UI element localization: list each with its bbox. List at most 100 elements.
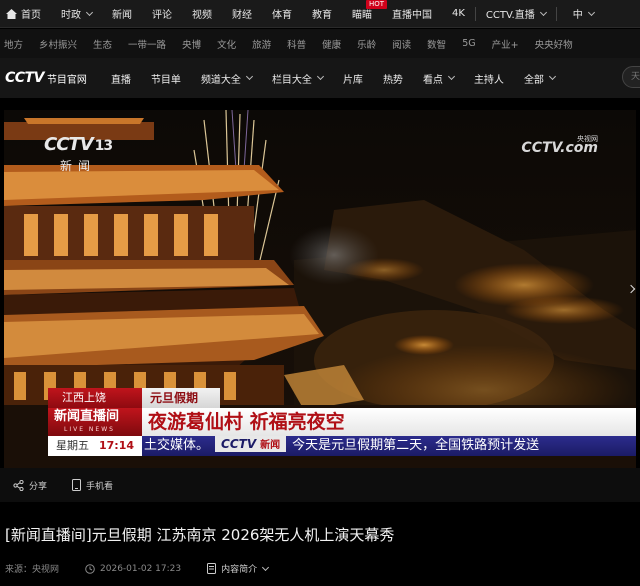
content-intro-button[interactable]: 内容简介: [207, 562, 270, 575]
header-nav-label: 主持人: [473, 74, 504, 86]
watermark-sub: 央视网: [577, 135, 598, 143]
header-nav-label: 看点: [422, 74, 443, 86]
ticker-logo: CCTV 新闻: [215, 436, 287, 452]
topic-tag: 元旦假期: [142, 388, 220, 408]
ticker-logo-sub: 新闻: [260, 440, 281, 451]
clock-icon: [85, 563, 95, 574]
header-nav-label: 节目单: [150, 74, 181, 86]
header-nav-channels[interactable]: 频道大全: [191, 71, 262, 86]
nav-home-label: 首页: [21, 10, 41, 21]
nav-politics[interactable]: 时政: [51, 0, 102, 28]
logo-subtitle: 节目官网: [46, 74, 87, 86]
subnav-item[interactable]: 生态: [85, 37, 120, 51]
chevron-down-icon: [539, 8, 547, 16]
mobile-label: 手机看: [86, 481, 114, 492]
clock-time: 17:14: [99, 439, 135, 452]
nav-finance-label: 财经: [232, 10, 252, 21]
site-logo[interactable]: CCTV 节目官网: [5, 70, 87, 86]
source: 来源：央视网: [5, 562, 59, 575]
header-nav-label: 栏目大全: [271, 74, 312, 86]
publish-time: 2026-01-02 17:23: [85, 564, 181, 574]
program-name: 新闻直播间: [54, 409, 120, 424]
language-select-label: 中: [572, 10, 583, 21]
chevron-down-icon: [447, 72, 455, 81]
watch-on-mobile-button[interactable]: 手机看: [72, 479, 113, 492]
header-nav-label: 直播: [110, 74, 131, 86]
weekday: 星期五: [56, 439, 89, 452]
subnav-item[interactable]: 一带一路: [120, 37, 174, 51]
chevron-down-icon: [85, 8, 94, 16]
header-nav-schedule[interactable]: 节目单: [141, 71, 191, 86]
nav-cctv-live-label: CCTV.直播: [485, 10, 535, 21]
ticker-text-right: 今天是元旦假期第二天，全国铁路预计发送: [292, 438, 540, 453]
subnav-item[interactable]: 旅游: [244, 37, 279, 51]
subnav-item[interactable]: 央博: [174, 37, 209, 51]
header-nav-label: 全部: [523, 74, 544, 86]
share-icon: [13, 479, 24, 491]
chevron-down-icon: [316, 72, 324, 81]
ticker-logo-text: CCTV: [221, 437, 257, 451]
header-nav-columns[interactable]: 栏目大全: [262, 71, 333, 86]
subnav-item[interactable]: 央央好物: [527, 37, 581, 51]
nav-4k[interactable]: 4K: [442, 0, 475, 28]
language-select[interactable]: 中: [557, 0, 604, 28]
subnav-item[interactable]: 健康: [314, 37, 349, 51]
home-icon: [6, 8, 17, 19]
nav-home[interactable]: 首页: [0, 0, 51, 28]
nav-video[interactable]: 视频: [182, 0, 222, 28]
header-nav-hosts[interactable]: 主持人: [464, 71, 514, 86]
nav-4k-label: 4K: [452, 8, 465, 19]
top-navigation-bar: 首页 时政 新闻 评论 视频 财经 体育 教育 瞄瞄 HOT 直播中国 4K CC…: [0, 0, 640, 28]
subnav-item[interactable]: 5G: [454, 38, 483, 49]
broadcast-clock: 星期五 17:14: [48, 436, 142, 456]
nav-education-label: 教育: [312, 10, 332, 21]
subnav-item[interactable]: 数智: [419, 37, 454, 51]
share-button[interactable]: 分享: [13, 479, 47, 492]
search-input[interactable]: 天网: [622, 66, 640, 88]
video-player[interactable]: CCTV 13 新闻 CCTV.com 央视网 江西上饶 元旦假期 新闻直播间 LI…: [4, 110, 636, 468]
program-name-en: LIVE NEWS: [64, 426, 115, 433]
header-nav-live[interactable]: 直播: [101, 71, 141, 86]
nav-cctv-live[interactable]: CCTV.直播: [476, 0, 556, 28]
header-nav-library[interactable]: 片库: [333, 71, 373, 86]
source-text: 来源：央视网: [5, 565, 60, 575]
header-nav-label: 片库: [342, 74, 363, 86]
header-nav-highlights[interactable]: 看点: [413, 71, 464, 86]
nav-miaomiao[interactable]: 瞄瞄 HOT: [342, 0, 388, 28]
nav-sports-label: 体育: [272, 10, 292, 21]
chevron-down-icon: [587, 8, 595, 16]
subnav-item[interactable]: 乡村振兴: [31, 37, 85, 51]
nav-comment[interactable]: 评论: [142, 0, 182, 28]
chevron-down-icon: [245, 72, 253, 81]
chevron-down-icon: [262, 563, 270, 571]
nav-news-label: 新闻: [112, 10, 132, 21]
headline-caption: 夜游葛仙村 祈福亮夜空: [142, 408, 636, 436]
program-logo: 新闻直播间 LIVE NEWS: [48, 408, 142, 436]
header-nav-trending[interactable]: 热势: [373, 71, 413, 86]
channel-logo-text: CCTV: [44, 134, 94, 155]
nav-politics-label: 时政: [61, 10, 81, 21]
subnav-item[interactable]: 科普: [279, 37, 314, 51]
location-label: 江西上饶: [48, 388, 142, 408]
mobile-icon: [72, 479, 82, 491]
nav-live-china[interactable]: 直播中国: [382, 0, 442, 28]
subnav-item[interactable]: 乐龄: [349, 37, 384, 51]
channel-number: 13: [94, 138, 114, 154]
ticker-text-left: 土交媒体。: [144, 438, 210, 453]
header-nav-label: 热势: [382, 74, 403, 86]
player-toolbar: 分享 手机看: [0, 468, 640, 502]
subnav-item[interactable]: 地方: [0, 37, 31, 51]
site-header: CCTV 节目官网 直播 节目单 频道大全 栏目大全 片库 热势 看点 主持人 …: [0, 58, 640, 98]
subnav-item[interactable]: 阅读: [384, 37, 419, 51]
header-nav-all[interactable]: 全部: [514, 71, 565, 86]
subnav-item[interactable]: 产业+: [484, 37, 527, 51]
nav-sports[interactable]: 体育: [262, 0, 302, 28]
channel-logo: CCTV 13: [44, 134, 114, 155]
share-label: 分享: [29, 481, 48, 492]
nav-education[interactable]: 教育: [302, 0, 342, 28]
subnav-item[interactable]: 文化: [209, 37, 244, 51]
video-title: [新闻直播间]元旦假期 江苏南京 2026架无人机上演天幕秀: [5, 526, 395, 544]
nav-finance[interactable]: 财经: [222, 0, 262, 28]
nav-news[interactable]: 新闻: [102, 0, 142, 28]
video-meta: 来源：央视网 2026-01-02 17:23 内容简介: [5, 562, 294, 575]
